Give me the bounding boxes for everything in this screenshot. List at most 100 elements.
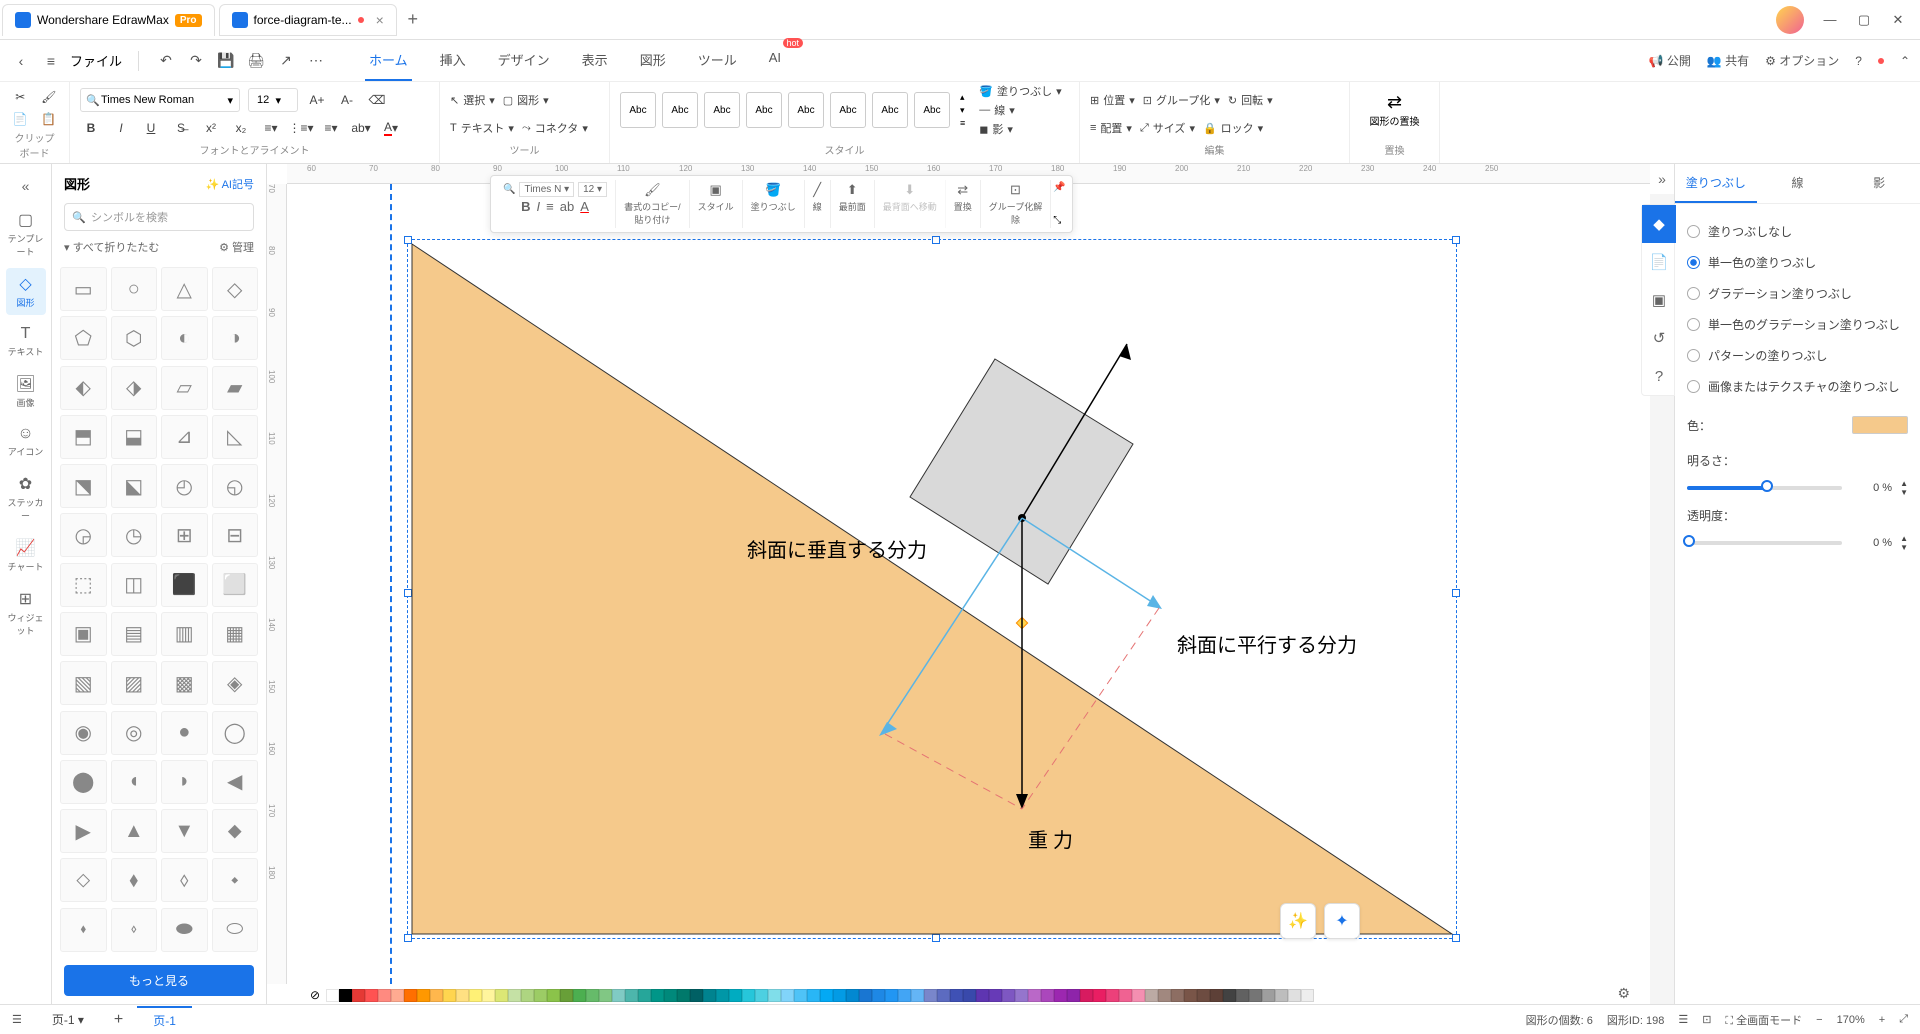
shape-stencil[interactable]: ⬥: [212, 809, 259, 853]
color-swatch[interactable]: [924, 989, 937, 1002]
position-button[interactable]: ⊞ 位置 ▾: [1090, 92, 1135, 108]
style-next-button[interactable]: ▾: [960, 105, 965, 116]
app-tab[interactable]: Wondershare EdrawMax Pro: [2, 4, 215, 36]
shape-stencil[interactable]: ▣: [60, 612, 107, 656]
shape-tool[interactable]: ▢ 図形 ▾: [503, 92, 549, 108]
collapse-ribbon-button[interactable]: ⌃: [1900, 54, 1910, 68]
sidebar-item-template[interactable]: ▢テンプレート: [6, 204, 46, 264]
style-prev-button[interactable]: ▴: [960, 92, 965, 103]
color-swatch[interactable]: [508, 989, 521, 1002]
shape-stencil[interactable]: ▤: [111, 612, 158, 656]
decrease-font-button[interactable]: A-: [336, 89, 358, 111]
color-swatch[interactable]: [820, 989, 833, 1002]
color-swatch[interactable]: [781, 989, 794, 1002]
font-select[interactable]: 🔍Times New Roman▾: [80, 88, 240, 112]
color-swatch[interactable]: [859, 989, 872, 1002]
settings-gear-icon[interactable]: ⚙: [1617, 985, 1630, 1002]
case-button[interactable]: ab▾: [350, 117, 372, 139]
color-swatch[interactable]: [1015, 989, 1028, 1002]
color-swatch[interactable]: [521, 989, 534, 1002]
float-copy-format[interactable]: 🖌: [644, 182, 661, 198]
shape-stencil[interactable]: ⬒: [60, 415, 107, 459]
sidebar-item-widget[interactable]: ⊞ウィジェット: [6, 583, 46, 643]
shape-stencil[interactable]: ◺: [212, 415, 259, 459]
ai-fab[interactable]: ✨: [1280, 903, 1316, 939]
shape-stencil[interactable]: ⬭: [212, 908, 259, 952]
copy-button[interactable]: 📄: [10, 108, 31, 130]
rp-tab-fill[interactable]: 塗りつぶし: [1675, 164, 1757, 203]
page-tab-1[interactable]: 页-1 ▾: [36, 1007, 100, 1032]
rp-tool-fill[interactable]: ◆: [1642, 205, 1676, 243]
connector-tool[interactable]: ⤳ コネクタ ▾: [522, 120, 588, 136]
brightness-value[interactable]: 0 %: [1850, 482, 1892, 494]
tab-ai[interactable]: AI hot: [765, 40, 785, 81]
font-color-button[interactable]: A▾: [380, 117, 402, 139]
float-align[interactable]: ≡: [546, 199, 554, 214]
shape-stencil[interactable]: ⬤: [60, 760, 107, 804]
line-button[interactable]: — 線 ▾: [979, 102, 1061, 118]
shape-stencil[interactable]: ◉: [60, 711, 107, 755]
rp-tool-page[interactable]: 📄: [1642, 243, 1676, 281]
color-swatch[interactable]: [339, 989, 352, 1002]
redo-button[interactable]: ↷: [185, 50, 207, 72]
bullets-button[interactable]: ⋮≡▾: [290, 117, 312, 139]
color-swatch[interactable]: [690, 989, 703, 1002]
color-swatch[interactable]: [729, 989, 742, 1002]
canvas[interactable]: 斜面に垂直する分力 斜面に平行する分力 重 力: [287, 184, 1650, 984]
italic-button[interactable]: I: [110, 117, 132, 139]
color-swatch[interactable]: [846, 989, 859, 1002]
manage-button[interactable]: ⚙ 管理: [219, 239, 254, 255]
color-swatch[interactable]: [1093, 989, 1106, 1002]
float-size-select[interactable]: 12 ▾: [578, 182, 607, 197]
rp-tool-layout[interactable]: ▣: [1642, 281, 1676, 319]
collapse-all-button[interactable]: ▾ すべて折りたたむ: [64, 239, 159, 255]
color-swatch[interactable]: [950, 989, 963, 1002]
underline-button[interactable]: U: [140, 117, 162, 139]
float-ungroup[interactable]: ⊡: [1010, 182, 1021, 198]
color-swatch[interactable]: [1236, 989, 1249, 1002]
color-swatch[interactable]: [1145, 989, 1158, 1002]
color-swatch[interactable]: [482, 989, 495, 1002]
color-swatch[interactable]: [911, 989, 924, 1002]
shape-stencil[interactable]: ⬗: [111, 366, 158, 410]
color-swatch[interactable]: [937, 989, 950, 1002]
color-swatch[interactable]: [651, 989, 664, 1002]
shape-stencil[interactable]: ⬠: [60, 316, 107, 360]
color-swatch[interactable]: [495, 989, 508, 1002]
shape-stencil[interactable]: ◵: [212, 464, 259, 508]
shape-stencil[interactable]: ⬨: [161, 858, 208, 902]
rp-tool-help[interactable]: ?: [1642, 357, 1676, 395]
print-button[interactable]: 🖨: [245, 50, 267, 72]
fit-button[interactable]: ⊡: [1702, 1013, 1711, 1026]
new-tab-button[interactable]: +: [399, 6, 427, 34]
opacity-up[interactable]: ▲: [1900, 534, 1908, 543]
color-swatch[interactable]: [1288, 989, 1301, 1002]
shapes-search-input[interactable]: シンボルを検索: [64, 203, 254, 231]
color-swatch[interactable]: [1067, 989, 1080, 1002]
maximize-button[interactable]: ▢: [1856, 12, 1872, 28]
shape-stencil[interactable]: ◎: [111, 711, 158, 755]
fill-option-none[interactable]: 塗りつぶしなし: [1687, 216, 1908, 247]
bold-button[interactable]: B: [80, 117, 102, 139]
undo-button[interactable]: ↶: [155, 50, 177, 72]
color-swatch[interactable]: [417, 989, 430, 1002]
tab-tool[interactable]: ツール: [694, 40, 741, 81]
color-swatch[interactable]: [404, 989, 417, 1002]
color-swatch[interactable]: [1275, 989, 1288, 1002]
shape-stencil[interactable]: ⬔: [60, 464, 107, 508]
page-tab-1-active[interactable]: 页-1: [137, 1006, 192, 1033]
shape-stencil[interactable]: ▧: [60, 661, 107, 705]
opacity-slider[interactable]: [1687, 541, 1842, 545]
color-swatch[interactable]: [1041, 989, 1054, 1002]
color-swatch[interactable]: [898, 989, 911, 1002]
color-swatch[interactable]: [1184, 989, 1197, 1002]
color-swatch[interactable]: [443, 989, 456, 1002]
style-preset-4[interactable]: Abc: [746, 92, 782, 128]
text-tool[interactable]: T テキスト ▾: [450, 120, 514, 136]
float-bold[interactable]: B: [521, 199, 530, 214]
shape-stencil[interactable]: ⬪: [60, 908, 107, 952]
fill-option-gradient[interactable]: グラデーション塗りつぶし: [1687, 278, 1908, 309]
color-swatch[interactable]: [833, 989, 846, 1002]
more-shapes-button[interactable]: もっと見る: [64, 965, 254, 996]
expand-right-button[interactable]: »: [1650, 164, 1674, 194]
